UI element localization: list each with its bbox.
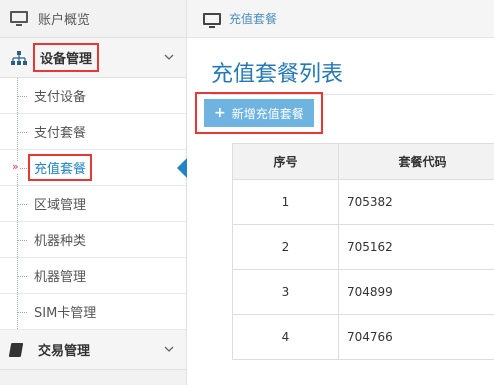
sidebar-item-recharge-package[interactable]: » 充值套餐 — [0, 150, 187, 186]
cell-index: 3 — [232, 269, 339, 315]
packages-table: 序号 套餐代码 1 705382 2 705162 3 704899 4 704… — [232, 143, 494, 360]
sidebar-item-payment-package[interactable]: 支付套餐 — [0, 114, 186, 150]
cell-code: 705382 — [338, 179, 494, 225]
sidebar-item-machine-type[interactable]: 机器种类 — [0, 222, 186, 258]
cell-code: 704899 — [338, 269, 494, 315]
sidebar-item-region-management[interactable]: 区域管理 — [0, 186, 186, 222]
cell-index: 4 — [232, 314, 339, 360]
breadcrumb-current[interactable]: 充值套餐 — [229, 10, 277, 27]
sidebar-item-label: SIM卡管理 — [34, 306, 97, 321]
table-row[interactable]: 3 704899 — [232, 269, 494, 315]
sidebar: 账户概览 设备管理 支付设备 支付套餐 » 充值套餐 区域管理 机器种类 机器管… — [0, 0, 187, 385]
add-recharge-package-button[interactable]: + 新增充值套餐 — [204, 99, 314, 127]
cell-code: 704766 — [338, 314, 494, 360]
cell-code: 705162 — [338, 224, 494, 270]
cell-index: 2 — [232, 224, 339, 270]
sidebar-item-label: 账户概览 — [38, 13, 91, 28]
monitor-icon — [10, 10, 32, 27]
sidebar-item-machine-management[interactable]: 机器管理 — [0, 258, 186, 294]
table-row[interactable]: 2 705162 — [232, 224, 494, 270]
sidebar-item-label: 充值套餐 — [28, 154, 93, 181]
sidebar-item-sim-management[interactable]: SIM卡管理 — [0, 294, 186, 330]
add-button-highlight: + 新增充值套餐 — [195, 92, 323, 134]
monitor-icon — [203, 12, 221, 28]
submenu: 支付设备 支付套餐 » 充值套餐 区域管理 机器种类 机器管理 SIM卡管理 — [0, 78, 187, 330]
sitemap-icon — [10, 50, 28, 65]
sidebar-item-label: 支付套餐 — [34, 126, 87, 141]
sidebar-item-label: 机器管理 — [34, 270, 87, 285]
book-icon — [8, 342, 28, 357]
add-button-label: 新增充值套餐 — [231, 106, 304, 121]
column-header-index[interactable]: 序号 — [232, 143, 339, 180]
sidebar-group-label: 设备管理 — [33, 43, 100, 72]
column-header-code[interactable]: 套餐代码 — [338, 143, 494, 180]
sidebar-item-label: 支付设备 — [34, 90, 87, 105]
breadcrumb: 充值套餐 — [187, 0, 494, 38]
active-caret-icon — [177, 158, 187, 178]
table-header-row: 序号 套餐代码 — [232, 143, 494, 180]
cell-index: 1 — [232, 179, 339, 225]
chevron-down-icon[interactable] — [164, 343, 174, 353]
table-row[interactable]: 4 704766 — [232, 314, 494, 360]
sidebar-group-label: 交易管理 — [38, 344, 91, 359]
page-title: 充值套餐列表 — [211, 56, 494, 95]
sidebar-item-payment-device[interactable]: 支付设备 — [0, 78, 186, 114]
double-chevron-right-icon: » — [12, 160, 19, 173]
sidebar-group-trade-management[interactable]: 交易管理 — [0, 330, 186, 370]
main-content: 充值套餐 充值套餐列表 + 新增充值套餐 序号 套餐代码 1 705382 2 … — [187, 0, 494, 385]
sidebar-group-device-management[interactable]: 设备管理 — [0, 38, 186, 78]
sidebar-item-label: 机器种类 — [34, 234, 87, 249]
chevron-down-icon[interactable] — [164, 51, 174, 61]
sidebar-item-label: 区域管理 — [34, 198, 87, 213]
plus-icon: + — [214, 105, 226, 121]
sidebar-item-account-overview[interactable]: 账户概览 — [0, 0, 186, 38]
table-row[interactable]: 1 705382 — [232, 179, 494, 225]
